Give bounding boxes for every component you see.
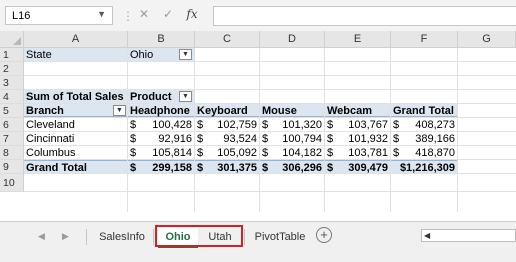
sheet-tabs-bar: ◀ ▶ SalesInfo Ohio Utah PivotTable + ◀ [0, 221, 516, 262]
row-header[interactable]: 7 [0, 132, 24, 146]
col-header-e[interactable]: E [325, 31, 391, 48]
total-cell[interactable]: $301,375 [195, 160, 259, 174]
tab-pivottable[interactable]: PivotTable [250, 228, 310, 246]
branch-cell[interactable]: Cleveland [24, 118, 127, 132]
value-cell[interactable]: $418,870 [391, 146, 457, 160]
pivot-header: Webcam [325, 104, 390, 117]
col-header-g[interactable]: G [458, 31, 516, 48]
row-header[interactable]: 3 [0, 76, 24, 90]
add-sheet-icon[interactable]: + [316, 227, 332, 243]
formula-input[interactable] [213, 6, 516, 26]
filter-funnel-icon[interactable]: ▼ [179, 49, 192, 60]
value-cell[interactable]: $104,182 [260, 146, 324, 160]
row-header[interactable]: 5 [0, 104, 24, 118]
col-header-c[interactable]: C [195, 31, 260, 48]
row-header[interactable]: 9 [0, 160, 24, 174]
value-cell[interactable]: $389,166 [391, 132, 457, 146]
name-box[interactable]: L16 ▼ [5, 6, 113, 25]
pivot-row-label: Branch [24, 104, 127, 117]
enter-icon[interactable]: ✓ [159, 7, 177, 23]
col-header-d[interactable]: D [260, 31, 325, 48]
horizontal-scrollbar[interactable]: ◀ [421, 229, 516, 242]
row-header[interactable]: 6 [0, 118, 24, 132]
pivot-header: Grand Total [391, 104, 457, 117]
scroll-right-icon[interactable]: ▶ [62, 231, 69, 242]
value-cell[interactable]: $101,932 [325, 132, 390, 146]
value-cell[interactable]: $105,092 [195, 146, 259, 160]
value-cell[interactable]: $92,916 [128, 132, 194, 146]
value-cell[interactable]: $101,320 [260, 118, 324, 132]
total-cell[interactable]: $309,479 [325, 160, 390, 174]
value-cell[interactable]: $100,428 [128, 118, 194, 132]
filter-label: State [24, 48, 127, 61]
total-cell[interactable]: $299,158 [128, 160, 194, 174]
grand-total-label[interactable]: Grand Total [24, 160, 127, 174]
value-cell[interactable]: $100,794 [260, 132, 324, 146]
row-header[interactable]: 2 [0, 62, 24, 76]
row-header[interactable]: 8 [0, 146, 24, 160]
value-cell[interactable]: $93,524 [195, 132, 259, 146]
scroll-left-icon[interactable]: ◀ [38, 231, 45, 242]
pivot-header: Mouse [260, 104, 324, 117]
grand-total-cell[interactable]: $1,216,309 [391, 160, 457, 174]
column-filter-dropdown-icon[interactable]: ▼ [179, 91, 192, 102]
name-box-value: L16 [12, 10, 31, 22]
formula-bar-grip: ⋮ [122, 9, 134, 23]
value-cell[interactable]: $103,767 [325, 118, 390, 132]
insert-function-icon[interactable]: fx [183, 7, 201, 23]
value-cell[interactable]: $105,814 [128, 146, 194, 160]
col-header-a[interactable]: A [24, 31, 128, 48]
row-filter-dropdown-icon[interactable]: ▼ [113, 105, 126, 116]
formula-bar: L16 ▼ ⋮ ✕ ✓ fx [0, 0, 516, 32]
branch-cell[interactable]: Columbus [24, 146, 127, 160]
pivot-header: Headphone [128, 104, 194, 117]
value-cell[interactable]: $102,759 [195, 118, 259, 132]
pivot-header: Keyboard [195, 104, 259, 117]
row-header[interactable]: 4 [0, 90, 24, 104]
row-header[interactable]: 10 [0, 174, 24, 192]
pivot-values-label: Sum of Total Sales [24, 90, 127, 103]
branch-cell[interactable]: Cincinnati [24, 132, 127, 146]
scrollbar-left-arrow-icon[interactable]: ◀ [424, 230, 430, 241]
chevron-down-icon[interactable]: ▼ [97, 9, 106, 19]
total-cell[interactable]: $306,296 [260, 160, 324, 174]
row-header[interactable]: 1 [0, 48, 24, 62]
col-header-b[interactable]: B [128, 31, 195, 48]
value-cell[interactable]: $408,273 [391, 118, 457, 132]
highlight-outline [155, 225, 243, 247]
cancel-icon[interactable]: ✕ [135, 7, 153, 23]
value-cell[interactable]: $103,781 [325, 146, 390, 160]
col-header-f[interactable]: F [391, 31, 458, 48]
select-all-corner[interactable] [0, 31, 24, 48]
tab-salesinfo[interactable]: SalesInfo [92, 228, 152, 246]
